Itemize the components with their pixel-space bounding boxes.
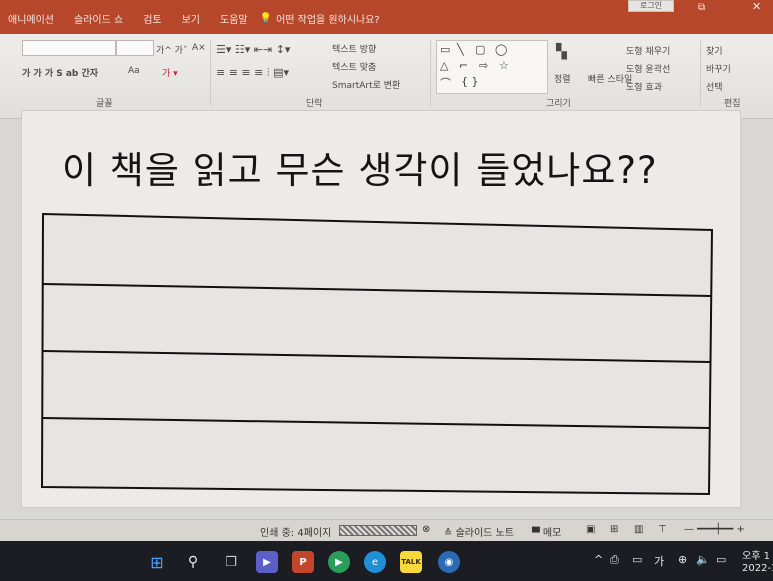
print-progress-bar bbox=[339, 525, 417, 536]
comments-button[interactable]: ▀ 메모 bbox=[532, 524, 561, 539]
search-icon[interactable]: ⚲ bbox=[182, 551, 204, 573]
cancel-print-icon[interactable]: ⊗ bbox=[422, 524, 430, 535]
slideshow-view-icon[interactable]: ⊤ bbox=[658, 524, 667, 535]
table-outline[interactable] bbox=[40, 212, 714, 496]
clock-time[interactable]: 오후 1 bbox=[742, 547, 770, 562]
teams-icon[interactable]: ▶ bbox=[256, 551, 278, 573]
sorter-view-icon[interactable]: ⊞ bbox=[610, 524, 618, 535]
edge-icon[interactable]: e bbox=[364, 551, 386, 573]
kakaotalk-icon[interactable]: TALK bbox=[400, 551, 422, 573]
slide-table[interactable] bbox=[0, 0, 773, 581]
volume-icon[interactable]: 🔈 bbox=[696, 553, 710, 566]
notes-button[interactable]: ≙ 슬라이드 노트 bbox=[444, 524, 514, 539]
printer-icon[interactable]: ⎙ bbox=[610, 553, 619, 567]
powerpoint-icon[interactable]: P bbox=[292, 551, 314, 573]
clock-date[interactable]: 2022-1 bbox=[742, 563, 773, 574]
comments-label: 메모 bbox=[542, 528, 562, 539]
task-view-icon[interactable]: ❐ bbox=[220, 551, 242, 573]
network-icon[interactable]: ▭ bbox=[632, 553, 642, 566]
notes-label: 슬라이드 노트 bbox=[455, 528, 514, 539]
printing-status: 인쇄 중: 4페이지 bbox=[260, 528, 332, 539]
windows-start-icon[interactable]: ⊞ bbox=[146, 551, 168, 573]
app-icon[interactable]: ◉ bbox=[438, 551, 460, 573]
media-player-icon[interactable]: ▶ bbox=[328, 551, 350, 573]
globe-icon[interactable]: ⊕ bbox=[678, 553, 687, 566]
reading-view-icon[interactable]: ▥ bbox=[634, 524, 643, 535]
tray-chevron-icon[interactable]: ^ bbox=[594, 553, 603, 566]
battery-icon[interactable]: ▭ bbox=[716, 553, 726, 566]
zoom-slider[interactable]: — ━━━┿━━ + bbox=[684, 524, 745, 535]
ime-indicator[interactable]: 가 bbox=[654, 553, 664, 569]
taskbar: ⊞ ⚲ ❐ ▶ P ▶ e TALK ◉ ^ ⎙ ▭ 가 ⊕ 🔈 ▭ 오후 1 … bbox=[0, 541, 773, 581]
normal-view-icon[interactable]: ▣ bbox=[586, 524, 595, 535]
